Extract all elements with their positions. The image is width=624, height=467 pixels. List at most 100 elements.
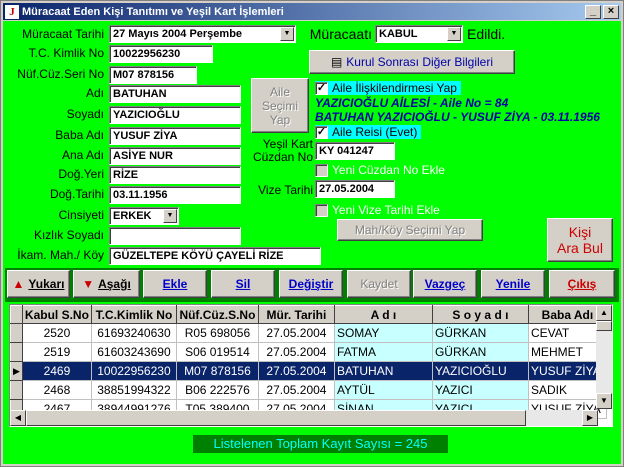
ekle-button[interactable]: Ekle (143, 270, 207, 298)
checkbox-box (315, 163, 328, 177)
vazgec-button[interactable]: Vazgeç (413, 270, 477, 298)
table-cell[interactable]: 10022956230 (91, 361, 177, 381)
yenile-button[interactable]: Yenile (481, 270, 545, 298)
aile-reisi-checkbox[interactable]: ✓ Aile Reisi (Evet) (315, 125, 422, 139)
cinsiyeti-select[interactable]: ERKEK ▼ (109, 207, 179, 225)
table-cell[interactable]: YAZICI (432, 380, 529, 400)
kizlik-soyadi-input[interactable] (109, 227, 241, 245)
family-line-1: YAZICIOĞLU AİLESİ - Aile No = 84 (315, 96, 621, 111)
nuf-seri-input[interactable]: M07 878156 (109, 66, 197, 84)
yukari-label: Yukarı (28, 277, 65, 291)
vize-tarihi-input[interactable]: 27.05.2004 (315, 180, 395, 198)
table-cell[interactable]: 2468 (22, 380, 92, 400)
asagi-button[interactable]: ▼ Aşağı (73, 270, 140, 298)
table-cell[interactable]: BATUHAN (334, 361, 433, 381)
checkmark-icon: ✓ (315, 125, 328, 139)
table-cell[interactable]: R05 698056 (176, 323, 259, 343)
table-cell[interactable]: 38851994322 (91, 380, 177, 400)
records-table: Kabul S.No T.C.Kimlik No Nüf.Cüz.S.No Mür. … (10, 305, 607, 419)
table-cell[interactable]: SOMAY (334, 323, 433, 343)
table-cell[interactable]: FATMA (334, 342, 433, 362)
table-cell[interactable]: YUSUF ZİYA (528, 361, 607, 381)
table-cell[interactable]: AYTÜL (334, 380, 433, 400)
row-indicator (10, 380, 23, 400)
baba-adi-input[interactable]: YUSUF ZİYA (109, 127, 241, 145)
degistir-button[interactable]: Değiştir (279, 270, 343, 298)
muracaat-durum-select[interactable]: KABUL ▼ (375, 25, 463, 43)
scroll-up-icon[interactable]: ▲ (596, 305, 612, 321)
chevron-down-icon[interactable]: ▼ (447, 27, 461, 41)
horizontal-scroll-thumb[interactable] (26, 410, 526, 426)
soyadi-input[interactable]: YAZICIOĞLU (109, 106, 241, 124)
kurul-sonrasi-button[interactable]: ▤ Kurul Sonrası Diğer Bilgileri (309, 50, 515, 74)
table-row[interactable]: ▶ 2469 10022956230 M07 878156 27.05.2004 BATU… (10, 361, 607, 381)
table-cell[interactable]: 27.05.2004 (258, 342, 335, 362)
column-header[interactable]: Kabul S.No (21, 305, 92, 324)
cikis-button[interactable]: Çıkış (549, 270, 615, 298)
tc-kimlik-input[interactable]: 10022956230 (109, 45, 213, 63)
asagi-label: Aşağı (98, 277, 131, 291)
table-row[interactable]: 2520 61693240630 R05 698056 27.05.2004 SOMAY… (10, 323, 607, 343)
column-header[interactable]: Baba Adı (527, 305, 607, 324)
table-cell[interactable]: YAZICIOĞLU (432, 361, 529, 381)
ana-adi-input[interactable]: ASİYE NUR (109, 147, 241, 165)
vertical-scroll-thumb[interactable] (596, 321, 612, 331)
close-button[interactable]: × (603, 4, 619, 19)
yeni-cuzdan-checkbox[interactable]: Yeni Cüzdan No Ekle (315, 163, 445, 177)
yesil-kart-input[interactable]: KY 041247 (315, 142, 395, 160)
table-cell[interactable]: M07 878156 (176, 361, 259, 381)
ikam-input[interactable]: GÜZELTEPE KÖYÜ ÇAYELİ RİZE (109, 247, 321, 265)
column-header[interactable]: Mür. Tarihi (257, 305, 335, 324)
kisi-ara-button[interactable]: Kişi Ara Bul (547, 218, 613, 262)
records-grid[interactable]: Kabul S.No T.C.Kimlik No Nüf.Cüz.S.No Mür. … (9, 304, 613, 427)
minimize-button[interactable]: _ (585, 4, 601, 19)
vertical-scrollbar[interactable]: ▲ ▼ (596, 305, 612, 409)
label-ana-adi: Ana Adı (61, 148, 104, 162)
table-cell[interactable]: SADIK (528, 380, 607, 400)
dog-yeri-input[interactable]: RİZE (109, 166, 241, 184)
scroll-right-icon[interactable]: ▶ (582, 410, 598, 426)
column-header[interactable]: T.C.Kimlik No (90, 305, 177, 324)
title-bar[interactable]: J Müracaat Eden Kişi Tanıtımı ve Yeşil K… (3, 3, 621, 20)
checkmark-icon: ✓ (315, 81, 328, 95)
table-cell[interactable]: 27.05.2004 (258, 323, 335, 343)
sil-button[interactable]: Sil (211, 270, 275, 298)
chevron-down-icon[interactable]: ▼ (280, 27, 294, 41)
label-tc-kimlik: T.C. Kimlik No (28, 46, 104, 60)
table-row[interactable]: 2519 61603243690 S06 019514 27.05.2004 FATMA… (10, 342, 607, 362)
table-cell[interactable]: S06 019514 (176, 342, 259, 362)
scroll-left-icon[interactable]: ◀ (10, 410, 26, 426)
aile-secimi-button[interactable]: Aile Seçimi Yap (251, 78, 309, 133)
table-cell[interactable]: MEHMET (528, 342, 607, 362)
table-cell[interactable]: GÜRKAN (432, 323, 529, 343)
yeni-vize-checkbox[interactable]: Yeni Vize Tarihi Ekle (315, 203, 440, 217)
arrow-down-icon: ▼ (82, 277, 95, 291)
dog-tarihi-input[interactable]: 03.11.1956 (109, 186, 241, 204)
table-cell[interactable]: 61603243690 (91, 342, 177, 362)
yukari-button[interactable]: ▲ Yukarı (7, 270, 70, 298)
aile-iliski-checkbox[interactable]: ✓ Aile İlişkilendirmesi Yap (315, 81, 461, 95)
mahkoy-secimi-button[interactable]: Mah/Köy Seçimi Yap (337, 219, 483, 241)
column-header[interactable]: Nüf.Cüz.S.No (175, 305, 259, 324)
scroll-down-icon[interactable]: ▼ (596, 393, 612, 409)
table-cell[interactable]: 27.05.2004 (258, 380, 335, 400)
kaydet-button[interactable]: Kaydet (347, 270, 411, 298)
muracaat-tarihi-picker[interactable]: 27 Mayıs 2004 Perşembe ▼ (109, 25, 296, 43)
adi-input[interactable]: BATUHAN (109, 85, 241, 103)
table-cell[interactable]: 2469 (22, 361, 92, 381)
table-cell[interactable]: CEVAT (528, 323, 607, 343)
table-cell[interactable]: 2520 (22, 323, 92, 343)
form-icon: ▤ (330, 55, 343, 69)
label-adi: Adı (85, 86, 104, 100)
column-header[interactable]: S o y a d ı (431, 305, 529, 324)
table-cell[interactable]: B06 222576 (176, 380, 259, 400)
table-cell[interactable]: 2519 (22, 342, 92, 362)
column-header[interactable]: A d ı (333, 305, 433, 324)
table-cell[interactable]: 27.05.2004 (258, 361, 335, 381)
horizontal-scrollbar[interactable]: ◀ ▶ (10, 410, 598, 426)
table-row[interactable]: 2468 38851994322 B06 222576 27.05.2004 AYTÜL… (10, 380, 607, 400)
chevron-down-icon[interactable]: ▼ (163, 209, 177, 223)
table-cell[interactable]: GÜRKAN (432, 342, 529, 362)
table-cell[interactable]: 61693240630 (91, 323, 177, 343)
toolbar: ▲ Yukarı ▼ Aşağı Ekle Sil Değiştir Kayde… (5, 268, 619, 302)
